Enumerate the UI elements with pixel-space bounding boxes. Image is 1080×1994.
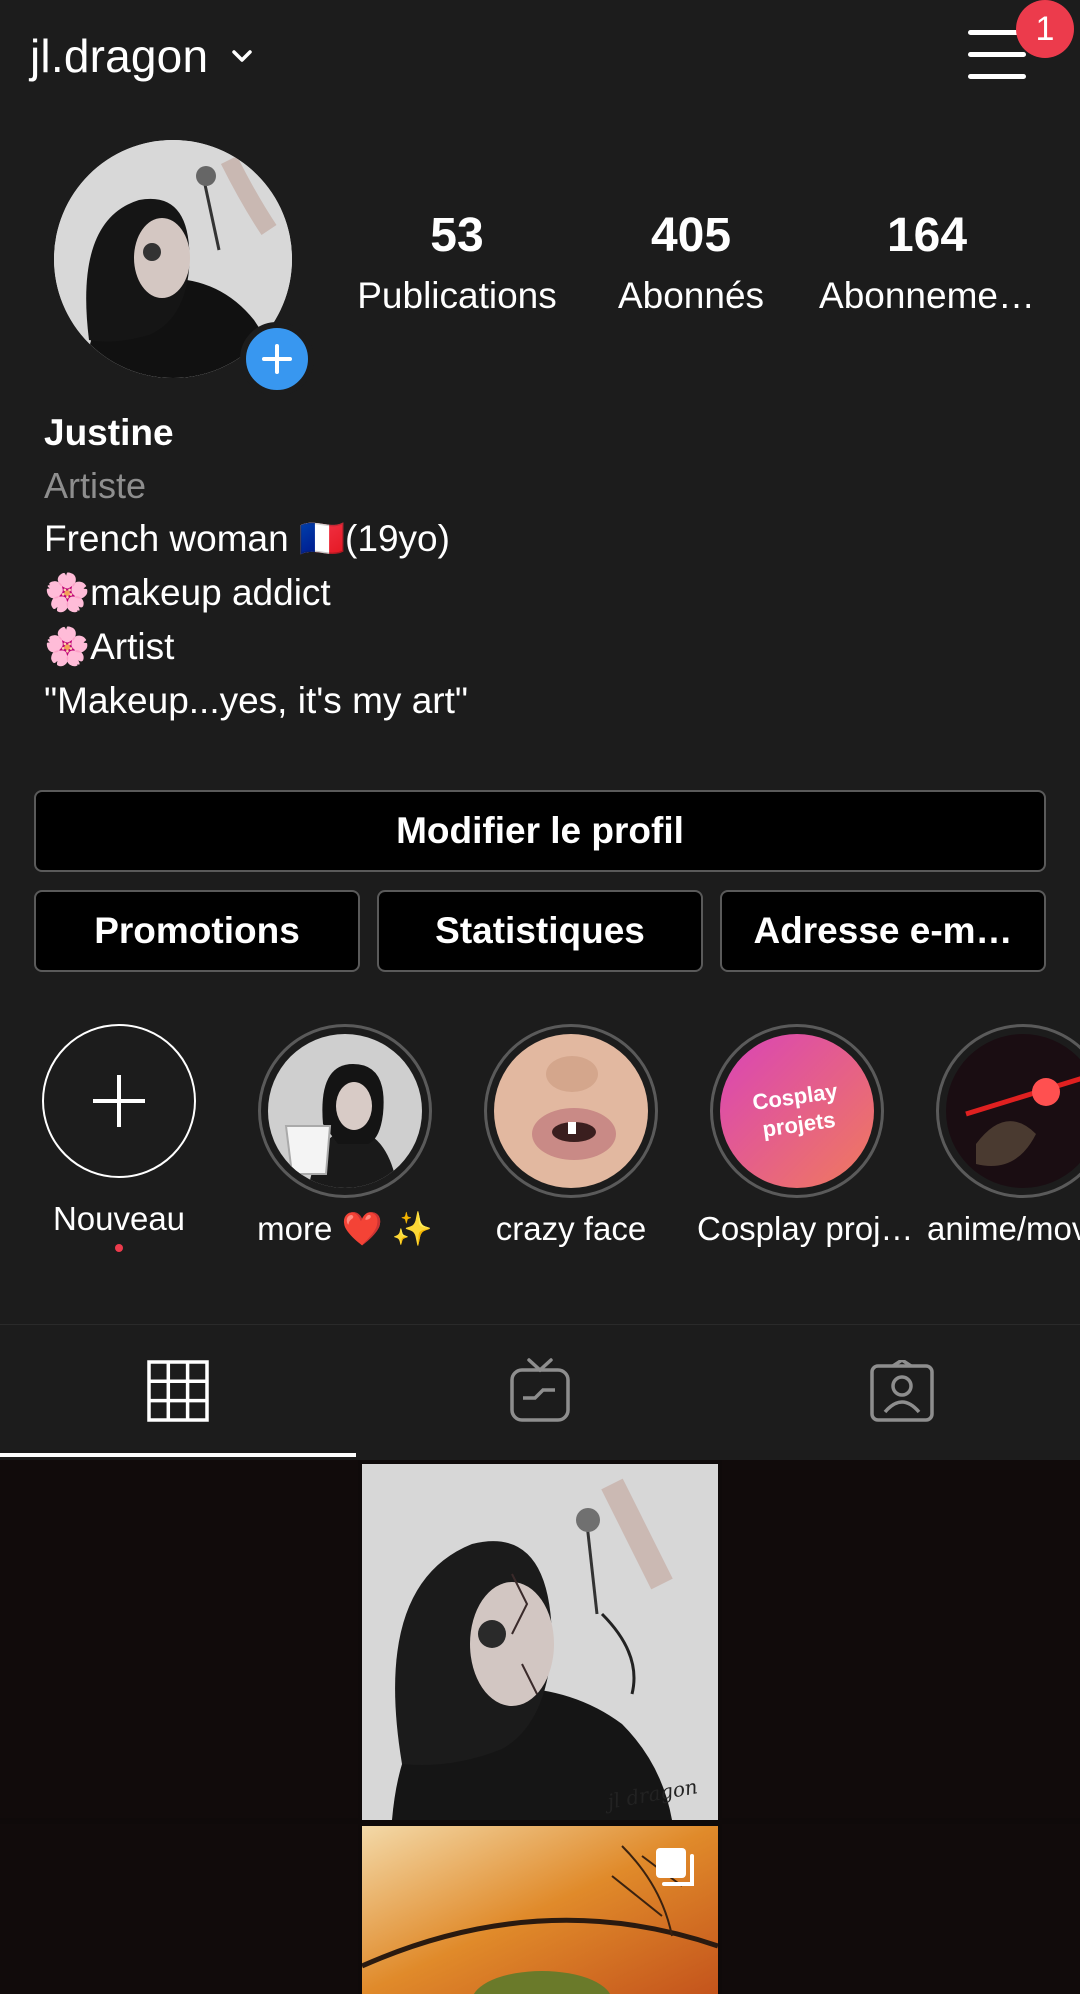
highlight-label: more ❤️ ✨ (257, 1210, 433, 1247)
new-highlight-circle (42, 1024, 196, 1178)
username: jl.dragon (30, 30, 209, 82)
grid-icon (147, 1360, 209, 1422)
bio-line: French woman 🇫🇷(19yo) (44, 518, 450, 559)
post-tile-empty (722, 1824, 1080, 1994)
highlight-cosplay[interactable]: Cosplay projets Cosplay proj… (697, 1024, 914, 1248)
bio-line: 🌸makeup addict (44, 572, 331, 613)
new-dot (115, 1244, 123, 1252)
stat-posts[interactable]: 53 Publications (342, 204, 572, 320)
profile-name: Justine (44, 412, 174, 453)
post-tile[interactable]: jl dragon (362, 1464, 718, 1820)
bio-line: 🌸Artist (44, 626, 175, 667)
post-tile-empty (722, 1460, 1080, 1818)
highlight-more[interactable]: more ❤️ ✨ (245, 1024, 445, 1249)
igtv-icon (510, 1358, 570, 1422)
post-tile-empty (0, 1460, 358, 1818)
profile-tabs (0, 1324, 1080, 1457)
add-story-button[interactable] (240, 322, 314, 396)
highlight-cover (268, 1034, 422, 1188)
post-grid: jl dragon (0, 1460, 1080, 1994)
highlight-label: Nouveau (52, 1200, 186, 1237)
bio: Justine Artiste French woman 🇫🇷(19yo) 🌸m… (44, 406, 1024, 728)
notification-badge: 1 (1016, 0, 1074, 58)
profile-category: Artiste (44, 465, 147, 506)
highlight-new[interactable]: Nouveau (19, 1024, 219, 1252)
promotions-button[interactable]: Promotions (34, 890, 360, 972)
highlight-cover (946, 1034, 1080, 1188)
plus-icon (93, 1075, 145, 1127)
highlight-label: anime/mov (927, 1210, 1080, 1247)
bio-line: "Makeup...yes, it's my art" (44, 680, 469, 721)
menu-button[interactable]: 1 (968, 0, 1074, 82)
highlight-cover: Cosplay projets (720, 1034, 874, 1188)
stat-label: Publications (357, 275, 557, 316)
stat-number: 53 (430, 209, 484, 262)
email-button[interactable]: Adresse e-m… (720, 890, 1046, 972)
edit-profile-button[interactable]: Modifier le profil (34, 790, 1046, 872)
highlight-crazy-face[interactable]: crazy face (471, 1024, 671, 1248)
tab-tagged[interactable] (724, 1325, 1080, 1457)
stat-followers[interactable]: 405 Abonnés (576, 204, 806, 320)
active-tab-indicator (0, 1453, 356, 1457)
highlight-anime[interactable]: anime/mov (923, 1024, 1080, 1248)
highlight-label: crazy face (495, 1210, 647, 1247)
tab-grid[interactable] (0, 1325, 356, 1457)
stat-label: Abonneme… (819, 275, 1035, 316)
stat-number: 405 (650, 209, 732, 262)
post-tile-empty (0, 1824, 358, 1994)
account-switcher[interactable]: jl.dragon (30, 24, 256, 88)
stat-number: 164 (886, 209, 968, 262)
post-tile[interactable] (362, 1826, 718, 1994)
plus-icon (262, 344, 292, 374)
insights-button[interactable]: Statistiques (377, 890, 703, 972)
stat-label: Abonnés (617, 275, 765, 316)
highlight-cover (494, 1034, 648, 1188)
chevron-down-icon (228, 42, 256, 70)
tab-igtv[interactable] (362, 1325, 718, 1457)
highlight-cover-text: Cosplay projets (750, 1078, 840, 1142)
tagged-icon (870, 1360, 934, 1422)
stat-following[interactable]: 164 Abonneme… (812, 204, 1042, 320)
multi-photo-icon (656, 1848, 694, 1886)
highlight-label: Cosplay proj… (697, 1210, 914, 1247)
